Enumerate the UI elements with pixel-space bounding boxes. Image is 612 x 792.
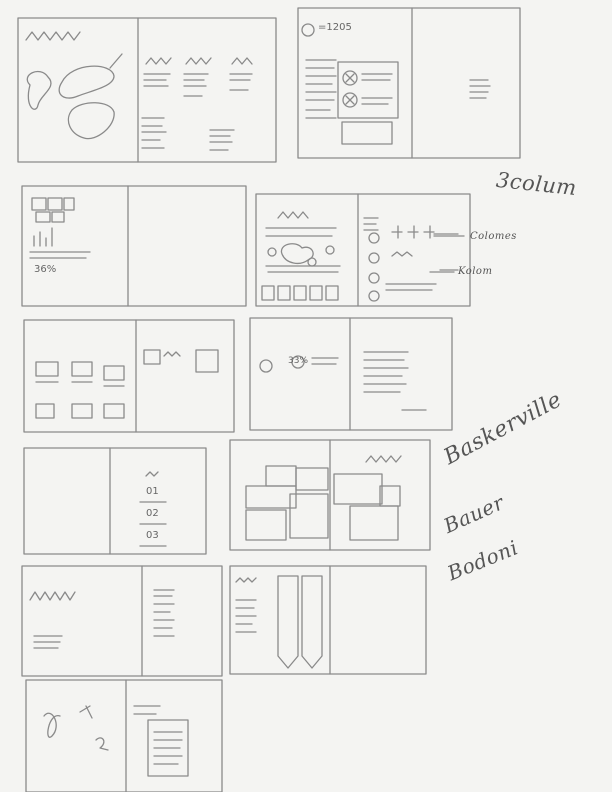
spread-10 (229, 565, 427, 675)
note-kolom-1: Colomes (470, 231, 517, 242)
thumbnail-sketches (17, 7, 521, 792)
spread-4 (255, 193, 471, 307)
spread-1 (17, 17, 277, 163)
thumbnail-7-number-1: 01 (146, 486, 159, 497)
thumbnail-2-header: =1205 (318, 22, 352, 33)
thumbnail-3-percent: 36% (34, 264, 57, 275)
thumbnail-7-number-2: 02 (146, 508, 159, 519)
thumbnail-6-percent: 33% (288, 356, 309, 366)
note-kolom-2: Kolom (458, 266, 493, 277)
spread-9 (21, 565, 223, 677)
spread-5 (23, 319, 235, 433)
spread-8 (229, 439, 431, 551)
sketch-sheet: =1205 36% 33% 01 02 03 3colum Colomes Ko… (0, 0, 612, 792)
spread-11 (25, 679, 223, 792)
spread-3 (21, 185, 247, 307)
spread-7 (23, 447, 207, 555)
spread-6 (249, 317, 453, 431)
thumbnail-7-number-3: 03 (146, 530, 159, 541)
